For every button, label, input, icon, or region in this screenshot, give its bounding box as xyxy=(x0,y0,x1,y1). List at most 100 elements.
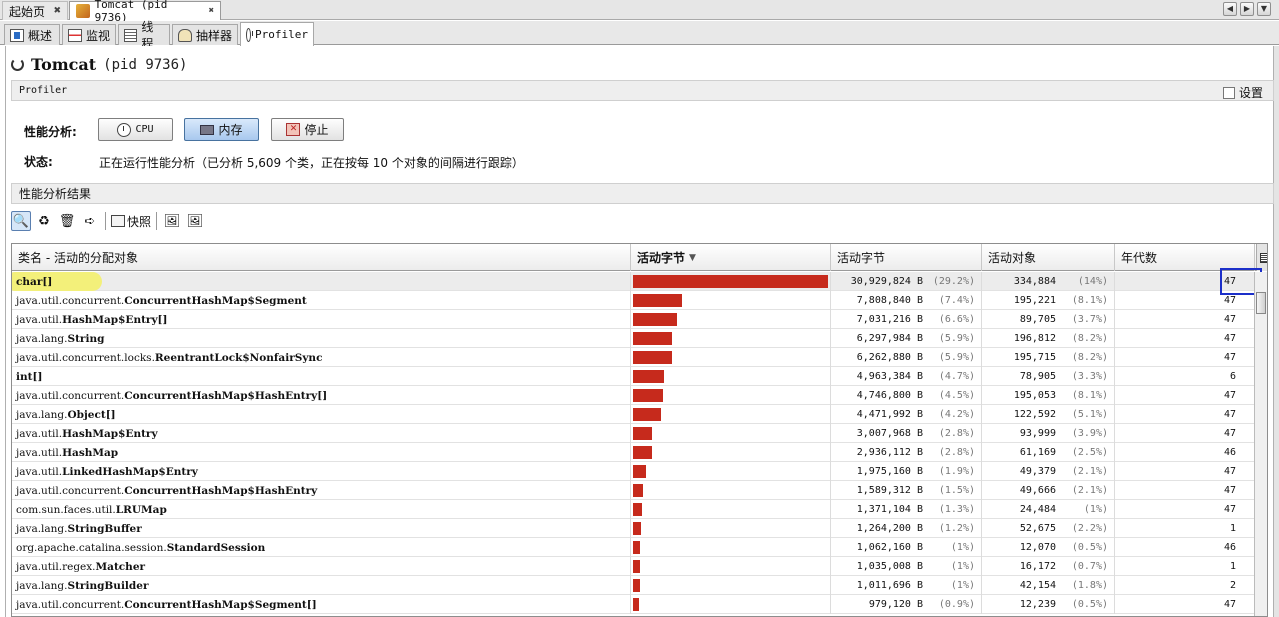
tab-profiler[interactable]: Profiler xyxy=(240,22,314,46)
vertical-scrollbar[interactable] xyxy=(1254,272,1267,616)
class-name-cell: java.util.concurrent.locks. ReentrantLock… xyxy=(12,348,631,367)
memory-button[interactable]: 内存 xyxy=(184,118,259,141)
class-name-cell: java.util. HashMap$Entry xyxy=(12,424,631,443)
table-row[interactable]: com.sun.faces.util. LRUMap 1,371,104 B (1.3… xyxy=(12,500,1255,519)
live-bytes-percent: (5.9%) xyxy=(938,333,975,344)
live-objects-percent: (5.1%) xyxy=(1071,409,1108,420)
snapshot-button[interactable]: 快照 xyxy=(111,213,151,230)
page-title: Tomcat (pid 9736) xyxy=(11,55,187,74)
scroll-right-icon[interactable]: ▶ xyxy=(1240,2,1254,16)
table-row[interactable]: java.lang. Object[] 4,471,992 B (4.2%) 122,5… xyxy=(12,405,1255,424)
export-icon[interactable]: 🖼 xyxy=(162,211,182,231)
live-bytes-percent: (4.2%) xyxy=(938,409,975,420)
close-icon[interactable]: ✖ xyxy=(53,6,61,16)
live-bytes-percent: (1%) xyxy=(950,580,975,591)
table-row[interactable]: java.util.concurrent. ConcurrentHashMap$H… xyxy=(12,386,1255,405)
live-bytes-value: 4,471,992 B xyxy=(856,409,923,420)
live-bytes-value: 1,371,104 B xyxy=(856,504,923,515)
table-row[interactable]: java.util. HashMap$Entry 3,007,968 B (2.8%)… xyxy=(12,424,1255,443)
live-bytes-value: 7,031,216 B xyxy=(856,314,923,325)
profiler-section-header: Profiler 设置 xyxy=(11,80,1274,101)
stop-button[interactable]: ✕ 停止 xyxy=(271,118,344,141)
table-row[interactable]: char[] 30,929,824 B (29.2%) 334,884 (14%) 47 xyxy=(12,268,1262,295)
class-name: char[] xyxy=(16,275,53,288)
class-name: String xyxy=(67,332,105,345)
table-row[interactable]: java.util.regex. Matcher 1,035,008 B (1%) 16… xyxy=(12,557,1255,576)
trash-icon[interactable]: 🗑 xyxy=(57,211,77,231)
class-name-cell: int[] xyxy=(12,367,631,386)
live-bytes-value: 7,808,840 B xyxy=(856,295,923,306)
close-icon[interactable]: ✖ xyxy=(209,6,214,16)
tab-threads[interactable]: 线程 xyxy=(118,20,170,51)
generations-cell: 47 xyxy=(1115,481,1242,500)
table-row[interactable]: java.lang. StringBuffer 1,264,200 B (1.2%) 5… xyxy=(12,519,1255,538)
table-row[interactable]: java.util.concurrent.locks. ReentrantLock… xyxy=(12,348,1255,367)
live-objects-cell: 24,484 (1%) xyxy=(982,500,1115,519)
package-name: java.util. xyxy=(16,446,63,459)
table-row[interactable]: java.util.concurrent. ConcurrentHashMap$S… xyxy=(12,595,1255,614)
bytes-bar-cell xyxy=(631,481,831,500)
bytes-bar xyxy=(633,446,652,459)
live-objects-cell: 196,812 (8.2%) xyxy=(982,329,1115,348)
settings-checkbox[interactable] xyxy=(1222,86,1235,99)
scroll-left-icon[interactable]: ◀ xyxy=(1223,2,1237,16)
gc-icon[interactable]: ➪ xyxy=(80,211,100,231)
live-bytes-cell: 6,262,880 B (5.9%) xyxy=(831,348,982,367)
tab-label: 起始页 xyxy=(9,4,46,19)
clock-icon xyxy=(246,27,254,42)
column-chooser-icon[interactable] xyxy=(1256,244,1267,271)
table-row[interactable]: int[] 4,963,384 B (4.7%) 78,905 (3.3%) 6 xyxy=(12,367,1255,386)
column-live-objects[interactable]: 活动对象 xyxy=(982,244,1115,271)
table-row[interactable]: java.util. HashMap$Entry[] 7,031,216 B (6.6… xyxy=(12,310,1255,329)
generations-cell: 47 xyxy=(1115,424,1242,443)
class-name: HashMap$Entry[] xyxy=(62,313,168,326)
tab-start-page[interactable]: 起始页 ✖ xyxy=(2,1,68,20)
live-bytes-value: 3,007,968 B xyxy=(856,428,923,439)
profiler-panel: Tomcat (pid 9736) Profiler 设置 性能分析: CPU … xyxy=(5,46,1274,617)
bytes-bar xyxy=(633,484,643,497)
generations-value: 47 xyxy=(1223,333,1236,344)
live-objects-cell: 195,221 (8.1%) xyxy=(982,291,1115,310)
live-bytes-value: 4,746,800 B xyxy=(856,390,923,401)
live-objects-value: 89,705 xyxy=(1019,314,1056,325)
package-name: org.apache.catalina.session. xyxy=(16,541,167,554)
cpu-button[interactable]: CPU xyxy=(98,118,173,141)
settings-toggle[interactable]: 设置 xyxy=(1222,84,1263,101)
generations-cell: 47 xyxy=(1115,291,1242,310)
live-objects-value: 195,715 xyxy=(1013,352,1056,363)
scrollbar-thumb[interactable] xyxy=(1256,292,1266,314)
class-name: StringBuilder xyxy=(67,579,149,592)
class-name-cell: java.lang. StringBuffer xyxy=(12,519,631,538)
tab-list-dropdown-icon[interactable]: ▼ xyxy=(1257,2,1271,16)
column-class-name[interactable]: 类名 - 活动的分配对象 xyxy=(12,244,631,271)
table-row[interactable]: java.lang. StringBuilder 1,011,696 B (1%) 42… xyxy=(12,576,1255,595)
table-row[interactable]: java.util.concurrent. ConcurrentHashMap$H… xyxy=(12,481,1255,500)
tab-sampler[interactable]: 抽样器 xyxy=(172,24,238,45)
save-image-icon[interactable]: 🖼 xyxy=(185,211,205,231)
table-row[interactable]: java.util. LinkedHashMap$Entry 1,975,160 B… xyxy=(12,462,1255,481)
package-name: java.util.concurrent. xyxy=(16,484,125,497)
package-name: java.util.concurrent. xyxy=(16,389,125,402)
generations-cell: 1 xyxy=(1115,557,1242,576)
table-row[interactable]: java.util.concurrent. ConcurrentHashMap$S… xyxy=(12,291,1255,310)
tab-monitor[interactable]: 监视 xyxy=(62,24,116,45)
table-row[interactable]: org.apache.catalina.session. StandardSess… xyxy=(12,538,1255,557)
class-name: ConcurrentHashMap$Segment[] xyxy=(124,598,317,611)
live-objects-value: 12,239 xyxy=(1019,599,1056,610)
column-live-bytes-bar[interactable]: 活动字节 ▼ xyxy=(631,244,831,271)
editor-tab-bar: 起始页 ✖ Tomcat (pid 9736) ✖ ◀ ▶ ▼ xyxy=(0,0,1279,24)
live-objects-cell: 16,172 (0.7%) xyxy=(982,557,1115,576)
loading-icon xyxy=(11,58,24,71)
column-generations[interactable]: 年代数 xyxy=(1115,244,1255,271)
live-results-icon[interactable]: 🔍 xyxy=(11,211,31,231)
column-live-bytes[interactable]: 活动字节 xyxy=(831,244,982,271)
toolbar-divider xyxy=(105,212,106,230)
generations-value: 47 xyxy=(1223,504,1236,515)
refresh-icon[interactable]: ♻ xyxy=(34,211,54,231)
table-row[interactable]: java.lang. String 6,297,984 B (5.9%) 196,812… xyxy=(12,329,1255,348)
live-bytes-value: 6,262,880 B xyxy=(856,352,923,363)
class-name: HashMap xyxy=(62,446,119,459)
bytes-bar-cell xyxy=(631,576,831,595)
tab-overview[interactable]: 概述 xyxy=(4,24,60,45)
table-row[interactable]: java.util. HashMap 2,936,112 B (2.8%) 61,169… xyxy=(12,443,1255,462)
